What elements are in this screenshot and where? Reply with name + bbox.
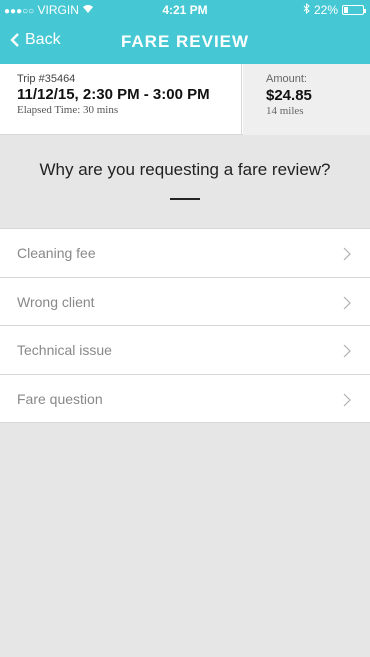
trip-summary: Trip #35464 11/12/15, 2:30 PM - 3:00 PM …	[0, 64, 370, 135]
page-title-text: FARE REVIEW	[120, 32, 250, 51]
question-heading: Why are you requesting a fare review?	[39, 160, 331, 179]
reason-item-cleaning-fee[interactable]: Cleaning fee	[0, 229, 370, 278]
trip-distance: 14 miles	[266, 105, 304, 117]
chevron-right-icon	[343, 393, 351, 406]
status-bar: ●●●○○ VIRGIN 4:21 PM 22%	[0, 0, 370, 20]
trip-id: Trip #35464	[17, 73, 76, 85]
trip-amount: Amount: $24.85 14 miles	[243, 64, 370, 135]
chevron-right-icon	[343, 296, 351, 309]
amount-label: Amount:	[266, 73, 307, 85]
bluetooth-icon	[303, 2, 310, 17]
reason-list: Cleaning fee Wrong client Technical issu…	[0, 228, 370, 423]
chevron-right-icon	[343, 247, 351, 261]
app-header: ●●●○○ VIRGIN 4:21 PM 22% Back FARE REVIE…	[0, 0, 370, 64]
amount-value: $24.85	[266, 87, 312, 104]
reason-label: Fare question	[17, 390, 103, 407]
reason-label: Technical issue	[17, 342, 112, 358]
battery-icon	[342, 5, 366, 15]
question-divider	[170, 198, 200, 200]
reason-label: Cleaning fee	[17, 245, 96, 261]
trip-date-time: 11/12/15, 2:30 PM - 3:00 PM	[17, 86, 210, 103]
reason-label: Wrong client	[17, 293, 95, 310]
trip-elapsed-time: Elapsed Time: 30 mins	[17, 104, 119, 116]
status-right: 22%	[303, 2, 366, 17]
chevron-right-icon	[343, 344, 351, 358]
nav-bar: Back FARE REVIEW	[0, 20, 370, 64]
reason-item-wrong-client[interactable]: Wrong client	[0, 278, 370, 326]
reason-item-fare-question[interactable]: Fare question	[0, 375, 370, 423]
trip-details: Trip #35464 11/12/15, 2:30 PM - 3:00 PM …	[0, 64, 242, 135]
page-title: FARE REVIEW	[0, 32, 370, 52]
reason-item-technical-issue[interactable]: Technical issue	[0, 326, 370, 375]
battery-percent: 22%	[313, 3, 338, 17]
